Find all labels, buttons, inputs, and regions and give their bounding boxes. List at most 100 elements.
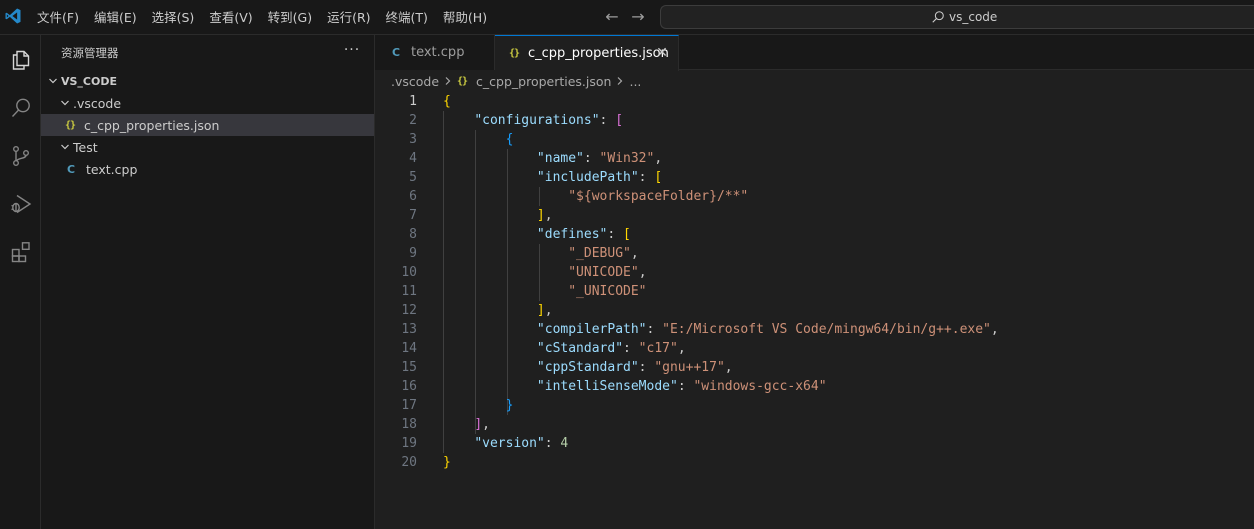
code-line: 16 "intelliSenseMode": "windows-gcc-x64" — [375, 377, 1254, 396]
line-number: 1 — [409, 94, 417, 109]
tree-file-cpp[interactable]: C text.cpp — [41, 158, 374, 180]
menu-terminal[interactable]: 终端(T) — [378, 0, 435, 35]
more-actions-icon[interactable]: ··· — [342, 41, 362, 61]
code-token: , — [724, 360, 733, 375]
menu-edit[interactable]: 编辑(E) — [86, 0, 144, 35]
breadcrumb-more[interactable]: ... — [629, 74, 641, 89]
tree-folder-label: Test — [73, 139, 98, 155]
menu-view[interactable]: 查看(V) — [201, 0, 259, 35]
title-bar: 文件(F) 编辑(E) 选择(S) 查看(V) 转到(G) 运行(R) 终端(T… — [0, 0, 1254, 35]
back-arrow-icon[interactable]: ← — [603, 8, 621, 26]
json-file-icon: {} — [457, 75, 468, 87]
command-center-search[interactable]: vs_code — [660, 5, 1254, 29]
line-text: "intelliSenseMode": "windows-gcc-x64" — [443, 377, 827, 396]
close-icon[interactable]: ✕ — [654, 45, 670, 61]
code-line: 18 ], — [375, 415, 1254, 434]
code-token: , — [544, 208, 553, 223]
menu-help[interactable]: 帮助(H) — [435, 0, 494, 35]
code-line: 6 "${workspaceFolder}/**" — [375, 187, 1254, 206]
line-number: 12 — [401, 303, 417, 318]
line-number: 20 — [401, 455, 417, 470]
line-number: 7 — [409, 208, 417, 223]
run-debug-icon[interactable] — [0, 186, 41, 222]
json-file-icon: {} — [509, 48, 520, 59]
search-icon[interactable] — [0, 90, 41, 126]
code-editor[interactable]: 1{2 "configurations": [3 {4 "name": "Win… — [375, 92, 1254, 529]
line-text: "name": "Win32", — [443, 149, 662, 168]
tree-file-json[interactable]: {} c_cpp_properties.json — [41, 114, 374, 136]
code-token: , — [638, 265, 647, 280]
code-token: : — [544, 436, 561, 451]
line-text: "includePath": [ — [443, 168, 662, 187]
code-line: 19 "version": 4 — [375, 434, 1254, 453]
line-number: 14 — [401, 341, 417, 356]
code-token: "cppStandard" — [536, 360, 639, 375]
line-text: "compilerPath": "E:/Microsoft VS Code/mi… — [443, 320, 999, 339]
cpp-file-icon: C — [67, 162, 76, 176]
tree-root-folder[interactable]: VS_CODE — [41, 70, 374, 92]
line-text: ], — [443, 206, 553, 225]
menu-bar: 文件(F) 编辑(E) 选择(S) 查看(V) 转到(G) 运行(R) 终端(T… — [29, 0, 494, 35]
breadcrumb-file[interactable]: c_cpp_properties.json — [476, 74, 611, 89]
code-token: : — [623, 341, 639, 356]
menu-go[interactable]: 转到(G) — [260, 0, 319, 35]
code-line: 3 { — [375, 130, 1254, 149]
code-token: , — [677, 341, 686, 356]
code-token: , — [990, 322, 999, 337]
code-token: ] — [474, 417, 483, 432]
code-line: 11 "_UNICODE" — [375, 282, 1254, 301]
source-control-icon[interactable] — [0, 138, 41, 174]
code-line: 5 "includePath": [ — [375, 168, 1254, 187]
forward-arrow-icon[interactable]: → — [629, 8, 647, 26]
line-text: "_DEBUG", — [443, 244, 638, 263]
code-token: : — [607, 227, 624, 242]
tab-label: text.cpp — [411, 45, 465, 60]
code-token: [ — [615, 113, 624, 128]
code-line: 1{ — [375, 92, 1254, 111]
vscode-logo-icon[interactable] — [4, 7, 22, 25]
code-token: [ — [654, 170, 663, 185]
code-line: 17 } — [375, 396, 1254, 415]
code-token: "gnu++17" — [654, 360, 725, 375]
line-text: "cStandard": "c17", — [443, 339, 686, 358]
code-token: ] — [536, 303, 545, 318]
line-number: 5 — [409, 170, 417, 185]
code-token: "compilerPath" — [536, 322, 647, 337]
tab-c-cpp-properties-json[interactable]: {} c_cpp_properties.json ✕ — [495, 35, 679, 71]
code-token: { — [505, 132, 514, 147]
activity-bar — [0, 35, 41, 529]
tree-folder-test[interactable]: Test — [41, 136, 374, 158]
extensions-icon[interactable] — [0, 234, 41, 270]
breadcrumb-folder[interactable]: .vscode — [391, 74, 439, 89]
code-token: { — [443, 94, 451, 109]
menu-selection[interactable]: 选择(S) — [144, 0, 202, 35]
code-token: "windows-gcc-x64" — [693, 379, 827, 394]
code-token: "Win32" — [599, 151, 655, 166]
code-line: 4 "name": "Win32", — [375, 149, 1254, 168]
line-number: 17 — [401, 398, 417, 413]
menu-file[interactable]: 文件(F) — [29, 0, 86, 35]
chevron-right-icon — [444, 76, 452, 86]
code-token: ] — [536, 208, 545, 223]
code-line: 2 "configurations": [ — [375, 111, 1254, 130]
explorer-icon[interactable] — [0, 42, 41, 78]
code-token: } — [505, 398, 514, 413]
chevron-down-icon — [45, 70, 61, 92]
tree-folder-vscode[interactable]: .vscode — [41, 92, 374, 114]
tree-folder-label: .vscode — [73, 95, 122, 111]
tab-text-cpp[interactable]: C text.cpp — [375, 35, 495, 70]
line-number: 16 — [401, 379, 417, 394]
code-token: "_DEBUG" — [568, 246, 631, 261]
code-line: 10 "UNICODE", — [375, 263, 1254, 282]
menu-run[interactable]: 运行(R) — [319, 0, 377, 35]
code-line: 14 "cStandard": "c17", — [375, 339, 1254, 358]
code-token: : — [646, 322, 663, 337]
